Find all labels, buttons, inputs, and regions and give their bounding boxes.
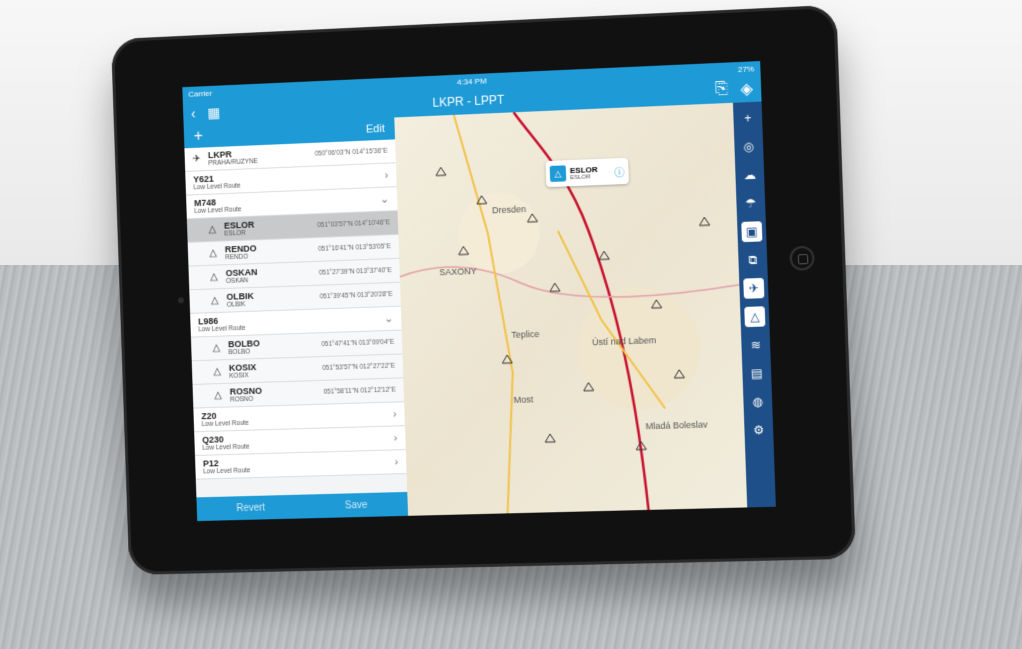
map-view[interactable]: Dresden SAXONY Teplice Ústí nad Labem Mo… — [394, 102, 748, 516]
home-button[interactable] — [789, 245, 815, 271]
row-coordinate: 051°58'11"N 012°12'12"E — [323, 386, 396, 396]
waypoint-marker[interactable] — [458, 245, 470, 256]
waypoint-icon: △ — [210, 295, 219, 307]
battery-label: 27% — [737, 63, 755, 74]
chevron-down-icon[interactable]: ⌄ — [384, 312, 394, 325]
camera — [177, 297, 184, 304]
waypoint-marker[interactable] — [674, 370, 684, 378]
plus-icon[interactable]: + — [193, 128, 203, 146]
waypoint-icon: △ — [212, 342, 221, 354]
waypoint-icon: △ — [208, 224, 217, 236]
carrier-label: Carrier — [188, 88, 213, 99]
row-names: OSKAN OSKAN — [226, 265, 320, 285]
highway-line-2 — [558, 227, 665, 411]
row-names: Q230 Low Level Route — [202, 430, 388, 451]
weather-icon[interactable]: ☂ — [740, 193, 761, 214]
chevron-left-icon[interactable]: ‹ — [191, 105, 196, 121]
map-label: SAXONY — [439, 266, 477, 277]
row-names: RENDO RENDO — [225, 241, 319, 261]
map-label: Teplice — [511, 329, 539, 340]
wind-icon[interactable]: ≋ — [745, 335, 766, 356]
waypoint-marker[interactable] — [583, 382, 593, 390]
waypoint-icon: △ — [209, 247, 218, 259]
row-subname: ROSNO — [229, 395, 254, 404]
waypoint-callout[interactable]: △ ESLOR ESLOR ⓘ — [545, 157, 629, 188]
waypoint-badge-icon: △ — [549, 165, 567, 182]
app-screen: Carrier 4:34 PM 27% ‹ ▦ LKPR - LPPT ⎘ ◈ … — [182, 61, 776, 522]
row-names: Y621 Low Level Route — [193, 167, 379, 192]
callout-sub: ESLOR — [570, 173, 591, 181]
row-names: L986 Low Level Route — [198, 310, 379, 333]
airport-icon[interactable]: ✈ — [743, 277, 765, 299]
chevron-right-icon[interactable]: › — [385, 169, 389, 181]
chevron-right-icon[interactable]: › — [394, 456, 398, 468]
row-names: KOSIX KOSIX — [229, 360, 323, 380]
content-area: + Edit ✈ LKPR PRAHA/RUZYNE 050°06'03"N 014°… — [183, 101, 776, 522]
row-names: ESLOR ESLOR — [224, 217, 318, 238]
row-coordinate: 050°06'03"N 014°15'36"E — [314, 147, 388, 158]
chevron-right-icon[interactable]: › — [393, 408, 397, 420]
row-names: LKPR PRAHA/RUZYNE — [208, 146, 315, 167]
map-label: Ústí nad Labem — [592, 335, 657, 347]
time-label: 4:34 PM — [456, 75, 487, 87]
row-coordinate: 051°16'41"N 013°53'05"E — [318, 243, 391, 253]
waypoint-marker[interactable] — [527, 214, 537, 222]
row-names: M748 Low Level Route — [194, 191, 375, 215]
row-coordinate: 051°47'41"N 013°09'04"E — [321, 338, 395, 349]
highway-line — [453, 114, 513, 513]
waypoint-marker[interactable] — [599, 251, 609, 259]
row-coordinate: 051°53'57"N 012°27'22"E — [322, 362, 396, 372]
route-list: ✈ LKPR PRAHA/RUZYNE 050°06'03"N 014°15'36"E… — [184, 139, 407, 497]
globe-icon[interactable]: ◎ — [738, 136, 759, 157]
chevron-right-icon[interactable]: › — [394, 432, 398, 444]
row-coordinate: 051°27'39"N 013°37'40"E — [318, 267, 392, 277]
row-names: P12 Low Level Route — [203, 454, 389, 475]
callout-name: ESLOR — [569, 164, 598, 175]
panel-footer: Revert Save — [196, 491, 409, 522]
row-coordinate: 051°39'45"N 013°20'28"E — [319, 290, 393, 301]
waypoint-icon: △ — [214, 389, 222, 402]
waypoint-marker[interactable] — [435, 166, 448, 177]
map-icon[interactable]: ▦ — [207, 104, 220, 121]
share-icon[interactable]: ⎘ — [715, 80, 729, 101]
map-label: Dresden — [492, 204, 526, 215]
fir-icon[interactable]: ▤ — [746, 363, 767, 384]
info-icon[interactable]: ⓘ — [614, 163, 624, 178]
waypoint-marker[interactable] — [699, 217, 709, 225]
revert-button[interactable]: Revert — [236, 502, 265, 514]
settings-icon[interactable]: ⚙ — [748, 420, 769, 441]
map-label: Most — [513, 394, 533, 405]
map-label: Mladá Boleslav — [645, 419, 708, 431]
chevron-down-icon[interactable]: ⌄ — [380, 192, 390, 205]
waypoint-marker[interactable] — [651, 300, 661, 308]
layers-icon[interactable]: ◈ — [740, 79, 753, 100]
waypoint-marker[interactable] — [550, 283, 560, 291]
row-names: BOLBO BOLBO — [228, 336, 322, 356]
row-coordinate: 051°03'57"N 014°10'46"E — [317, 219, 391, 230]
save-button[interactable]: Save — [345, 499, 368, 511]
waypoint-marker[interactable] — [545, 434, 555, 442]
row-names: Z20 Low Level Route — [201, 406, 387, 428]
route-row[interactable]: P12 Low Level Route › — [194, 450, 407, 480]
cloud-icon[interactable]: ☁ — [739, 164, 760, 185]
route-panel: + Edit ✈ LKPR PRAHA/RUZYNE 050°06'03"N 014°… — [183, 117, 409, 522]
frame-icon[interactable]: ▣ — [741, 221, 763, 243]
row-names: OLBIK OLBIK — [226, 289, 320, 309]
edit-button[interactable]: Edit — [366, 123, 385, 136]
navaid-icon[interactable]: △ — [744, 306, 766, 328]
airport-icon: ✈ — [192, 153, 201, 165]
border-line — [400, 256, 740, 304]
row-names: ROSNO ROSNO — [230, 384, 324, 404]
waypoint-icon: △ — [213, 366, 222, 378]
tablet-device: Carrier 4:34 PM 27% ‹ ▦ LKPR - LPPT ⎘ ◈ … — [110, 4, 856, 575]
plus-icon[interactable]: + — [737, 108, 758, 129]
waypoint-icon: △ — [210, 271, 218, 283]
layers-icon[interactable]: ⧉ — [742, 250, 763, 271]
compass-icon[interactable]: ◍ — [747, 391, 768, 412]
